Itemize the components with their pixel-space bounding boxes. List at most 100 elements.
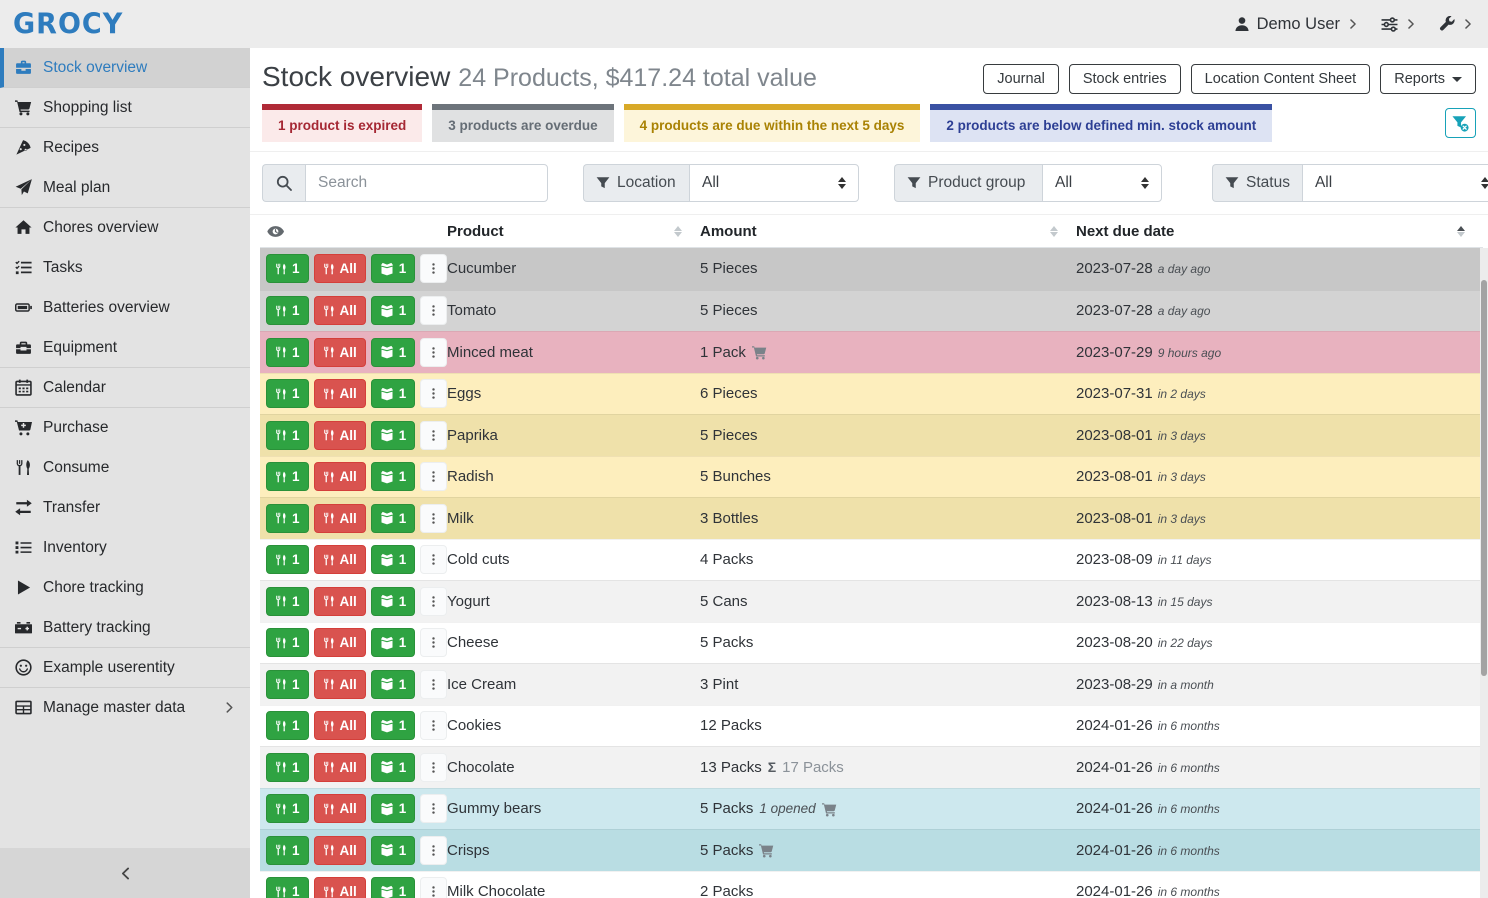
sidebar-item-tasks[interactable]: Tasks (0, 248, 250, 288)
column-header-next-due-date[interactable]: Next due date (1076, 215, 1483, 247)
consume-one-button[interactable]: 1 (266, 877, 309, 898)
sidebar-item-example-userentity[interactable]: Example userentity (0, 648, 250, 688)
open-one-button[interactable]: 1 (371, 254, 416, 283)
settings-menu[interactable] (1381, 16, 1417, 33)
consume-all-button[interactable]: All (314, 545, 366, 574)
row-menu-button[interactable] (420, 421, 447, 450)
open-one-button[interactable]: 1 (371, 587, 416, 616)
open-one-button[interactable]: 1 (371, 421, 416, 450)
row-menu-button[interactable] (420, 545, 447, 574)
consume-all-button[interactable]: All (314, 338, 366, 367)
row-menu-button[interactable] (420, 670, 447, 699)
consume-all-button[interactable]: All (314, 628, 366, 657)
sidebar-item-purchase[interactable]: Purchase (0, 408, 250, 448)
sidebar-item-equipment[interactable]: Equipment (0, 328, 250, 368)
row-menu-button[interactable] (420, 587, 447, 616)
sidebar-item-recipes[interactable]: Recipes (0, 128, 250, 168)
location-select[interactable]: All (689, 164, 859, 202)
consume-one-button[interactable]: 1 (266, 628, 309, 657)
open-one-button[interactable]: 1 (371, 296, 416, 325)
row-menu-button[interactable] (420, 628, 447, 657)
consume-one-button[interactable]: 1 (266, 711, 309, 740)
open-one-button[interactable]: 1 (371, 753, 416, 782)
open-one-button[interactable]: 1 (371, 504, 416, 533)
consume-all-button[interactable]: All (314, 587, 366, 616)
open-one-button[interactable]: 1 (371, 379, 416, 408)
status-banner[interactable]: 2 products are below defined min. stock … (930, 104, 1272, 142)
stock-entries-button[interactable]: Stock entries (1069, 64, 1181, 94)
consume-all-button[interactable]: All (314, 877, 366, 898)
row-menu-button[interactable] (420, 379, 447, 408)
sidebar-item-batteries-overview[interactable]: Batteries overview (0, 288, 250, 328)
consume-all-button[interactable]: All (314, 794, 366, 823)
consume-one-button[interactable]: 1 (266, 296, 309, 325)
open-one-button[interactable]: 1 (371, 545, 416, 574)
row-menu-button[interactable] (420, 877, 447, 898)
status-banner[interactable]: 4 products are due within the next 5 day… (624, 104, 921, 142)
sidebar-item-inventory[interactable]: Inventory (0, 528, 250, 568)
row-menu-button[interactable] (420, 462, 447, 491)
consume-all-button[interactable]: All (314, 753, 366, 782)
location-content-sheet-button[interactable]: Location Content Sheet (1191, 64, 1371, 94)
consume-all-button[interactable]: All (314, 462, 366, 491)
sidebar-item-consume[interactable]: Consume (0, 448, 250, 488)
clear-filter-button[interactable] (1445, 108, 1476, 138)
open-one-button[interactable]: 1 (371, 670, 416, 699)
consume-one-button[interactable]: 1 (266, 338, 309, 367)
sidebar-item-chores-overview[interactable]: Chores overview (0, 208, 250, 248)
consume-one-button[interactable]: 1 (266, 254, 309, 283)
sidebar-item-manage-master-data[interactable]: Manage master data (0, 688, 250, 728)
row-menu-button[interactable] (420, 794, 447, 823)
consume-one-button[interactable]: 1 (266, 587, 309, 616)
consume-all-button[interactable]: All (314, 504, 366, 533)
sidebar-item-shopping-list[interactable]: Shopping list (0, 88, 250, 128)
app-logo[interactable]: GROCY (13, 8, 123, 41)
journal-button[interactable]: Journal (983, 64, 1059, 94)
user-menu[interactable]: Demo User (1234, 15, 1359, 34)
admin-menu[interactable] (1439, 16, 1474, 32)
sidebar-item-battery-tracking[interactable]: Battery tracking (0, 608, 250, 648)
column-visibility-header[interactable] (260, 215, 447, 247)
consume-all-button[interactable]: All (314, 254, 366, 283)
row-menu-button[interactable] (420, 504, 447, 533)
open-one-button[interactable]: 1 (371, 628, 416, 657)
consume-all-button[interactable]: All (314, 379, 366, 408)
open-one-button[interactable]: 1 (371, 836, 416, 865)
consume-all-button[interactable]: All (314, 836, 366, 865)
sidebar-item-calendar[interactable]: Calendar (0, 368, 250, 408)
status-banner[interactable]: 1 product is expired (262, 104, 422, 142)
consume-all-button[interactable]: All (314, 296, 366, 325)
consume-one-button[interactable]: 1 (266, 462, 309, 491)
scrollbar-track[interactable] (1480, 248, 1488, 898)
row-menu-button[interactable] (420, 836, 447, 865)
row-menu-button[interactable] (420, 254, 447, 283)
open-one-button[interactable]: 1 (371, 462, 416, 491)
open-one-button[interactable]: 1 (371, 338, 416, 367)
consume-one-button[interactable]: 1 (266, 379, 309, 408)
sidebar-item-transfer[interactable]: Transfer (0, 488, 250, 528)
consume-all-button[interactable]: All (314, 421, 366, 450)
consume-one-button[interactable]: 1 (266, 753, 309, 782)
consume-one-button[interactable]: 1 (266, 670, 309, 699)
status-banner[interactable]: 3 products are overdue (432, 104, 613, 142)
consume-one-button[interactable]: 1 (266, 504, 309, 533)
row-menu-button[interactable] (420, 338, 447, 367)
sidebar-item-meal-plan[interactable]: Meal plan (0, 168, 250, 208)
sidebar-item-chore-tracking[interactable]: Chore tracking (0, 568, 250, 608)
consume-all-button[interactable]: All (314, 670, 366, 699)
sidebar-collapse-button[interactable] (0, 848, 250, 898)
open-one-button[interactable]: 1 (371, 794, 416, 823)
consume-one-button[interactable]: 1 (266, 421, 309, 450)
open-one-button[interactable]: 1 (371, 877, 416, 898)
column-header-amount[interactable]: Amount (700, 215, 1076, 247)
status-select[interactable]: All (1302, 164, 1488, 202)
consume-one-button[interactable]: 1 (266, 545, 309, 574)
consume-one-button[interactable]: 1 (266, 794, 309, 823)
row-menu-button[interactable] (420, 296, 447, 325)
sidebar-item-stock-overview[interactable]: Stock overview (0, 48, 250, 88)
column-header-product[interactable]: Product (447, 215, 700, 247)
consume-all-button[interactable]: All (314, 711, 366, 740)
consume-one-button[interactable]: 1 (266, 836, 309, 865)
scrollbar-thumb[interactable] (1481, 280, 1487, 676)
row-menu-button[interactable] (420, 753, 447, 782)
